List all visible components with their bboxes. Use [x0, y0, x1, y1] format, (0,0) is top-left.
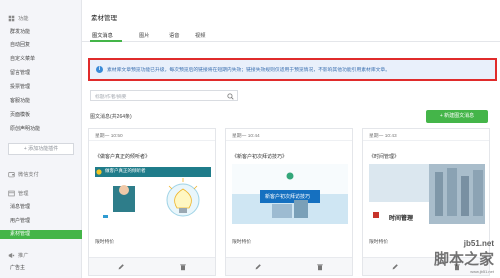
- sidebar: 功能 群发功能 自动回复 自定义菜单 留言管理 投票管理 客服功能 页面模板 原…: [0, 0, 82, 278]
- sidebar-group-label: 管理: [18, 191, 29, 197]
- info-icon: i: [96, 66, 103, 73]
- watermark: jb51.net 脚本之家 www.jb51.net: [434, 239, 494, 274]
- card-subtitle: 限时特价: [95, 240, 115, 245]
- sidebar-item-page-template[interactable]: 页面模板: [10, 111, 30, 120]
- sidebar-group-label: 功能: [18, 16, 29, 22]
- material-count: 图文消息(共264条): [90, 114, 132, 120]
- search-input[interactable]: 标题/作者/摘要: [90, 90, 238, 101]
- card-actions: [89, 257, 215, 275]
- edit-icon[interactable]: [117, 263, 125, 271]
- sidebar-item-materials[interactable]: 素材管理: [0, 230, 82, 239]
- edit-icon[interactable]: [391, 263, 399, 271]
- sidebar-item-users[interactable]: 用户管理: [10, 217, 30, 226]
- watermark-site-sub: www.jb51.net: [470, 269, 494, 274]
- sidebar-item-mass-send[interactable]: 群发功能: [10, 28, 30, 37]
- notice-text: 素材库文章预览功能已升级，每次预览后的链接将在短期内失效；链接失效规则仅适用于预…: [107, 68, 391, 73]
- tab-images[interactable]: 图片: [139, 32, 149, 39]
- trash-icon[interactable]: [316, 263, 324, 271]
- card-title[interactable]: 《新客户初次拜访技巧》: [232, 153, 287, 160]
- card-subtitle: 限时特价: [232, 240, 252, 245]
- sidebar-item-auto-reply[interactable]: 自动回复: [10, 41, 30, 50]
- watermark-logo: 脚本之家: [433, 250, 494, 268]
- city-skyline-illustration: [369, 164, 485, 224]
- thumbnail-caption: 时间管理: [389, 216, 414, 222]
- sidebar-item-customer-service[interactable]: 客服功能: [10, 97, 30, 106]
- search-placeholder: 标题/作者/摘要: [95, 95, 127, 100]
- sidebar-item-vote[interactable]: 投票管理: [10, 83, 30, 92]
- card-title[interactable]: 《做客户真正的倾听者》: [95, 153, 150, 160]
- management-icon: [8, 190, 15, 197]
- tab-bar: 图文消息 图片 语音 视频: [82, 29, 500, 42]
- search-icon[interactable]: [227, 93, 234, 100]
- watermark-site: jb51.net: [463, 239, 494, 248]
- trash-icon[interactable]: [179, 263, 187, 271]
- tab-video[interactable]: 视频: [195, 32, 205, 39]
- sidebar-group-label: 推广: [18, 253, 29, 259]
- sidebar-item-messages[interactable]: 消息管理: [10, 203, 30, 212]
- card-date: 星期一 10:43: [369, 134, 397, 139]
- edit-icon[interactable]: [254, 263, 262, 271]
- thumbnail-caption: 新客户初次拜访技巧: [265, 194, 311, 200]
- sidebar-group-features[interactable]: 功能: [8, 14, 28, 23]
- card-subtitle: 限时特价: [369, 240, 389, 245]
- card-date: 星期一 10:44: [232, 134, 260, 139]
- sidebar-item-advertiser[interactable]: 广告主: [10, 264, 25, 273]
- sidebar-item-comments[interactable]: 留言管理: [10, 69, 30, 78]
- sidebar-group-wechat-pay[interactable]: 微信支付: [8, 170, 39, 179]
- promotion-icon: [8, 253, 15, 258]
- thumbnail-caption: 做客户真正的倾听者: [105, 168, 146, 173]
- wallet-icon: [8, 172, 15, 178]
- sidebar-group-label: 微信支付: [18, 172, 39, 178]
- new-article-button[interactable]: + 新建图文消息: [426, 110, 488, 123]
- card-actions: [226, 257, 352, 275]
- card-thumbnail[interactable]: 做客户真正的倾听者: [95, 164, 211, 224]
- features-icon: [8, 15, 15, 22]
- material-card[interactable]: 星期一 10:44 《新客户初次拜访技巧》 新客户初次拜访技巧 限时特价: [225, 128, 353, 276]
- card-thumbnail[interactable]: 时间管理: [369, 164, 485, 224]
- sidebar-item-original-claim[interactable]: 原创声明功能: [10, 125, 40, 134]
- sidebar-item-custom-menu[interactable]: 自定义菜单: [10, 55, 35, 64]
- active-tab-indicator: [90, 40, 122, 42]
- tab-voice[interactable]: 语音: [169, 32, 179, 39]
- card-date: 星期一 10:50: [95, 134, 123, 139]
- notice-banner: i 素材库文章预览功能已升级，每次预览后的链接将在短期内失效；链接失效规则仅适用…: [88, 58, 497, 81]
- page-title: 素材管理: [91, 15, 117, 22]
- add-plugin-button[interactable]: + 添加功能插件: [8, 143, 74, 155]
- material-card[interactable]: 星期一 10:50 《做客户真正的倾听者》 做客户真正的倾听者 限时特价: [88, 128, 216, 276]
- card-title[interactable]: 《时间管理》: [369, 153, 399, 160]
- sidebar-group-promotion[interactable]: 推广: [8, 251, 28, 260]
- sidebar-group-management[interactable]: 管理: [8, 189, 28, 198]
- tab-news[interactable]: 图文消息: [92, 32, 113, 39]
- card-thumbnail[interactable]: 新客户初次拜访技巧: [232, 164, 348, 224]
- main-panel: 素材管理 图文消息 图片 语音 视频 i 素材库文章预览功能已升级，每次预览后的…: [82, 0, 500, 278]
